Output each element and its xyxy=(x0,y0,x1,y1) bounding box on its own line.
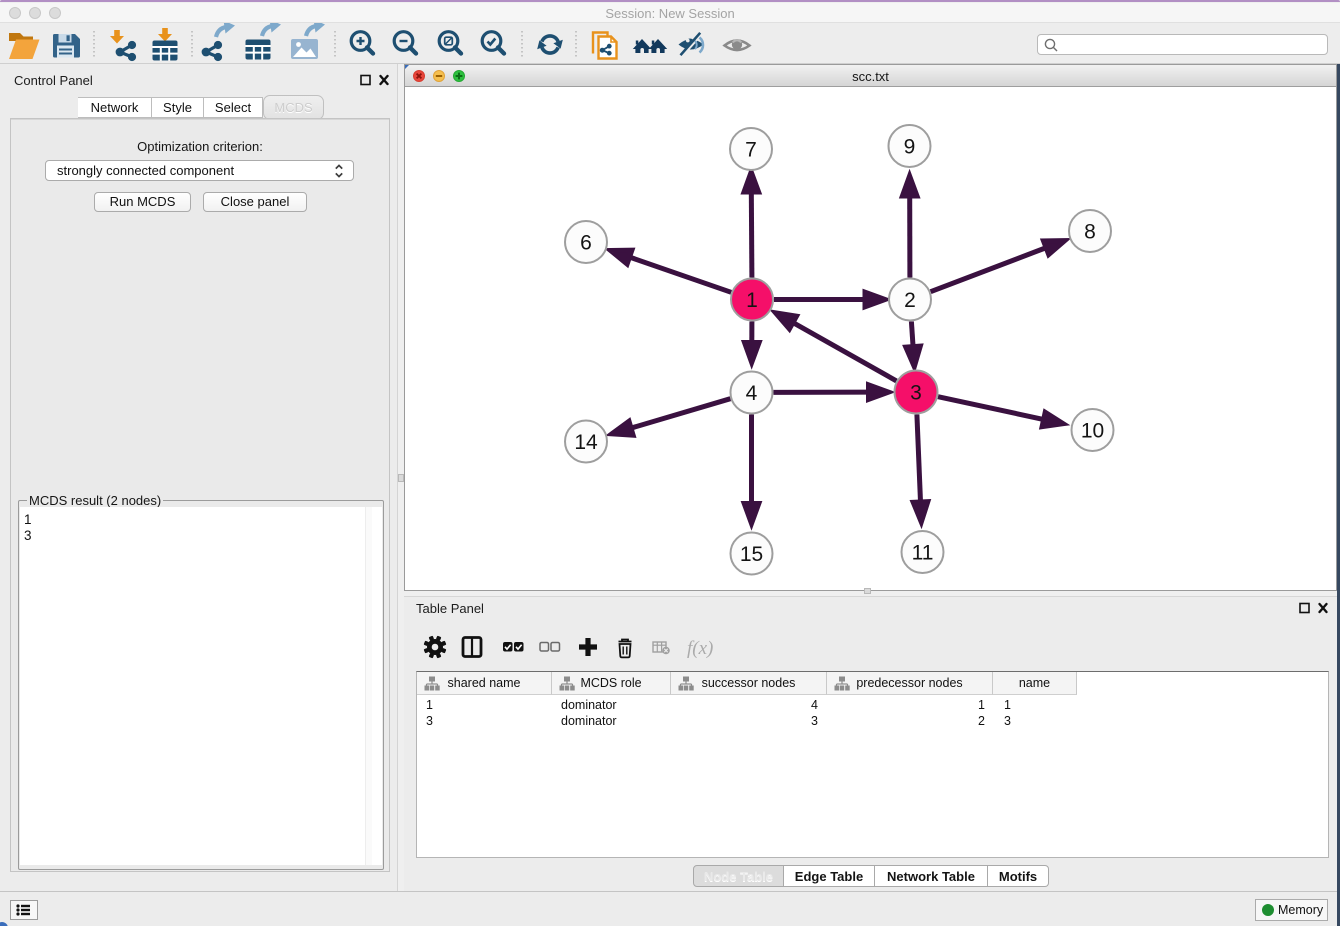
svg-text:14: 14 xyxy=(574,431,598,454)
svg-text:6: 6 xyxy=(580,232,592,255)
svg-text:4: 4 xyxy=(746,382,758,405)
svg-text:11: 11 xyxy=(912,542,934,565)
svg-text:8: 8 xyxy=(1084,221,1096,244)
svg-text:2: 2 xyxy=(904,289,916,312)
svg-text:7: 7 xyxy=(745,139,757,162)
svg-text:f(x): f(x) xyxy=(687,638,713,659)
svg-text:9: 9 xyxy=(904,136,916,159)
svg-text:10: 10 xyxy=(1081,420,1104,443)
svg-text:15: 15 xyxy=(740,543,763,566)
svg-text:1: 1 xyxy=(746,289,758,312)
svg-text:3: 3 xyxy=(910,382,922,405)
